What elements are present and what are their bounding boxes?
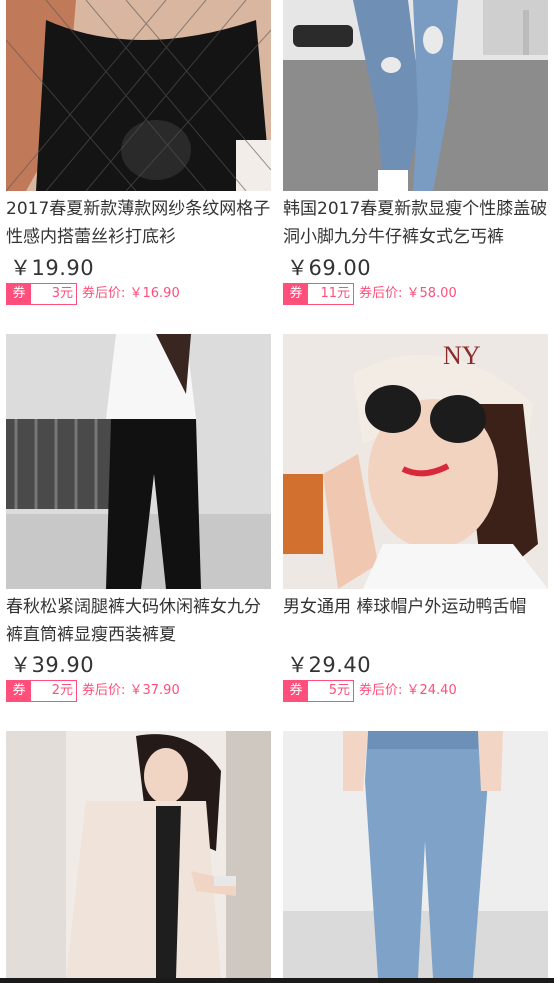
product-image[interactable] xyxy=(6,731,271,978)
coupon-tag: 券 xyxy=(7,284,31,304)
after-coupon-price: 券后价: ￥24.40 xyxy=(359,683,457,698)
product-card[interactable]: NY 男女通用 棒球帽户外运动鸭舌帽 ￥29.40 券 5元 券后价: ￥24.… xyxy=(283,334,548,704)
product-card[interactable]: 春秋松紧阔腿裤大码休闲裤女九分裤直筒裤显瘦西装裤夏 ￥39.90 券 2元 券后… xyxy=(6,334,271,704)
product-image[interactable]: NY xyxy=(283,334,548,589)
product-price: ￥19.90 xyxy=(10,256,95,280)
after-coupon-price: 券后价: ￥16.90 xyxy=(82,286,180,301)
product-card[interactable]: 韩国2017春夏新款显瘦个性膝盖破洞小脚九分牛仔裤女式乞丐裤 ￥69.00 券 … xyxy=(283,0,548,330)
after-coupon-price: 券后价: ￥58.00 xyxy=(359,286,457,301)
product-image[interactable] xyxy=(283,0,548,191)
coupon-amount: 2元 xyxy=(31,681,76,701)
product-price: ￥69.00 xyxy=(287,256,372,280)
product-price: ￥39.90 xyxy=(10,653,95,677)
coupon-badge[interactable]: 券 11元 xyxy=(283,283,354,305)
product-card[interactable]: 2017春夏新款薄款网纱条纹网格子性感内搭蕾丝衫打底衫 ￥19.90 券 3元 … xyxy=(6,0,271,330)
coupon-badge[interactable]: 券 3元 xyxy=(6,283,77,305)
product-card[interactable] xyxy=(283,731,548,978)
coupon-tag: 券 xyxy=(284,284,308,304)
coupon-row: 券 2元 券后价: ￥37.90 xyxy=(6,680,180,702)
coupon-badge[interactable]: 券 5元 xyxy=(283,680,354,702)
product-image[interactable] xyxy=(283,731,548,978)
coupon-tag: 券 xyxy=(284,681,308,701)
svg-text:NY: NY xyxy=(443,341,481,370)
after-coupon-price: 券后价: ￥37.90 xyxy=(82,683,180,698)
product-title[interactable]: 春秋松紧阔腿裤大码休闲裤女九分裤直筒裤显瘦西装裤夏 xyxy=(6,593,271,649)
product-image[interactable] xyxy=(6,0,271,191)
product-title[interactable]: 男女通用 棒球帽户外运动鸭舌帽 xyxy=(283,593,548,649)
bottom-edge-bar xyxy=(0,978,554,983)
coupon-amount: 11元 xyxy=(308,284,353,304)
product-card[interactable] xyxy=(6,731,271,978)
product-title[interactable]: 韩国2017春夏新款显瘦个性膝盖破洞小脚九分牛仔裤女式乞丐裤 xyxy=(283,195,548,251)
product-image[interactable] xyxy=(6,334,271,589)
coupon-row: 券 5元 券后价: ￥24.40 xyxy=(283,680,457,702)
coupon-row: 券 3元 券后价: ￥16.90 xyxy=(6,283,180,305)
coupon-tag: 券 xyxy=(7,681,31,701)
coupon-badge[interactable]: 券 2元 xyxy=(6,680,77,702)
coupon-amount: 3元 xyxy=(31,284,76,304)
coupon-row: 券 11元 券后价: ￥58.00 xyxy=(283,283,457,305)
coupon-amount: 5元 xyxy=(308,681,353,701)
product-title[interactable]: 2017春夏新款薄款网纱条纹网格子性感内搭蕾丝衫打底衫 xyxy=(6,195,271,251)
product-price: ￥29.40 xyxy=(287,653,372,677)
